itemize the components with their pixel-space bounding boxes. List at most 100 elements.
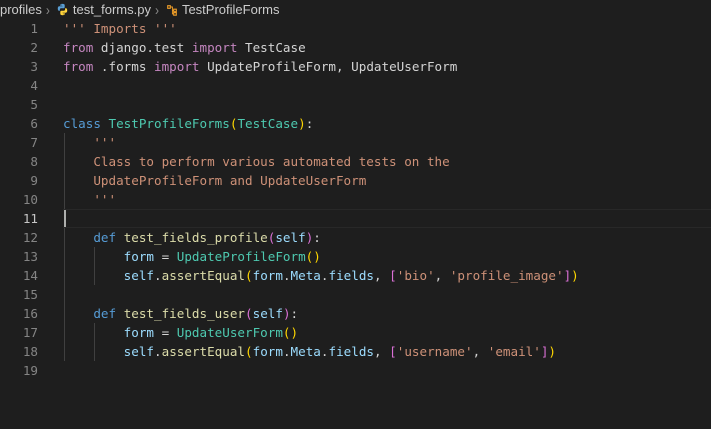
code-token: test_fields_user [123,306,246,321]
code-token: test_fields_profile [123,230,268,245]
code-token: self [275,230,306,245]
code-token: 'profile_image' [449,268,564,283]
code-line[interactable]: 17 form = UpdateUserForm() [0,323,711,342]
code-token: Class to perform various automated tests… [93,154,450,169]
code-line[interactable]: 3 from .forms import UpdateProfileForm, U… [0,57,711,76]
code-line[interactable]: 11 [0,209,711,228]
python-file-icon [57,3,68,16]
text-cursor [64,210,66,227]
code-token: = [154,249,177,264]
line-number: 7 [30,135,38,150]
code-token: UpdateProfileForm, UpdateUserForm [199,59,458,74]
code-token: self [123,344,155,359]
code-token: : [305,116,314,131]
class-symbol-icon [167,4,177,16]
code-token: [ [389,344,397,359]
code-line[interactable]: 10 ''' [0,190,711,209]
code-line[interactable]: 13 form = UpdateProfileForm() [0,247,711,266]
code-token: : [313,230,321,245]
code-token: UpdateProfileForm [176,249,306,264]
code-token: TestCase [237,40,306,55]
code-line[interactable]: 18 self.assertEqual(form.Meta.fields, ['… [0,342,711,361]
code-token: TestCase [237,116,299,131]
breadcrumb-file[interactable]: test_forms.py [54,2,151,17]
code-line[interactable]: 1 ''' Imports ''' [0,19,711,38]
code-line[interactable]: 5 [0,95,711,114]
code-line[interactable]: 4 [0,76,711,95]
code-line[interactable]: 7 ''' [0,133,711,152]
code-token: TestProfileForms [108,116,230,131]
code-token: 'username' [396,344,473,359]
code-token: : [290,306,299,321]
code-token: import [191,40,238,55]
code-line[interactable]: 8 Class to perform various automated tes… [0,152,711,171]
code-token: UpdateProfileForm and UpdateUserForm [93,173,367,188]
code-text: ''' [63,133,116,152]
code-token: ( [245,344,253,359]
line-number: 10 [22,192,38,207]
code-text: form = UpdateProfileForm() [63,247,321,266]
code-token: def [93,230,117,245]
code-text: from django.test import TestCase [63,38,306,57]
code-text: ''' [63,190,116,209]
code-line[interactable]: 12 def test_fields_profile(self): [0,228,711,247]
code-token: fields [328,268,374,283]
chevron-right-icon: › [45,1,50,18]
code-line[interactable]: 2 from django.test import TestCase [0,38,711,57]
code-token: form [252,344,283,359]
code-token: Meta [290,268,321,283]
chevron-right-icon: › [154,1,159,18]
code-token: , [373,344,390,359]
code-editor[interactable]: 1 ''' Imports ''' 2 from django.test import… [0,19,711,429]
code-token: self [123,268,155,283]
code-token: fields [328,344,374,359]
code-token: ( [245,306,253,321]
line-number: 16 [22,306,38,321]
breadcrumb: profiles › test_forms.py › TestProfileFo… [0,0,711,19]
code-token: () [305,249,321,264]
code-line[interactable]: 6 class TestProfileForms(TestCase): [0,114,711,133]
code-token: 'bio' [396,268,435,283]
indent-guide [64,285,65,304]
code-text: class TestProfileForms(TestCase): [63,114,313,133]
code-token: ''' Imports ''' [63,21,177,36]
code-token: import [154,59,200,74]
breadcrumb-folder[interactable]: profiles [0,2,42,17]
breadcrumb-file-label: test_forms.py [72,2,151,17]
code-token: django.test [93,40,192,55]
code-token: def [93,306,117,321]
code-token: .forms [93,59,155,74]
code-token: , [434,268,450,283]
code-token: UpdateUserForm [176,325,283,340]
code-line[interactable]: 15 [0,285,711,304]
code-token: ''' [93,135,117,150]
code-line[interactable]: 19 [0,361,711,380]
code-line[interactable]: 14 self.assertEqual(form.Meta.fields, ['… [0,266,711,285]
line-number: 8 [30,154,38,169]
breadcrumb-symbol[interactable]: TestProfileForms [163,2,279,17]
code-line[interactable]: 9 UpdateProfileForm and UpdateUserForm [0,171,711,190]
code-token: , [472,344,488,359]
line-number: 1 [30,21,38,36]
code-text: def test_fields_user(self): [63,304,298,323]
line-number: 12 [22,230,38,245]
line-number: 18 [22,344,38,359]
code-token: form [123,325,155,340]
code-token: = [154,325,177,340]
code-token: . [282,268,291,283]
code-text: Class to perform various automated tests… [63,152,450,171]
code-token: 'email' [487,344,541,359]
code-text: ''' Imports ''' [63,19,177,38]
code-token: ) [571,268,579,283]
code-token: assertEqual [161,268,246,283]
code-line[interactable]: 16 def test_fields_user(self): [0,304,711,323]
code-text: self.assertEqual(form.Meta.fields, ['use… [63,342,556,361]
code-token: from [63,59,94,74]
